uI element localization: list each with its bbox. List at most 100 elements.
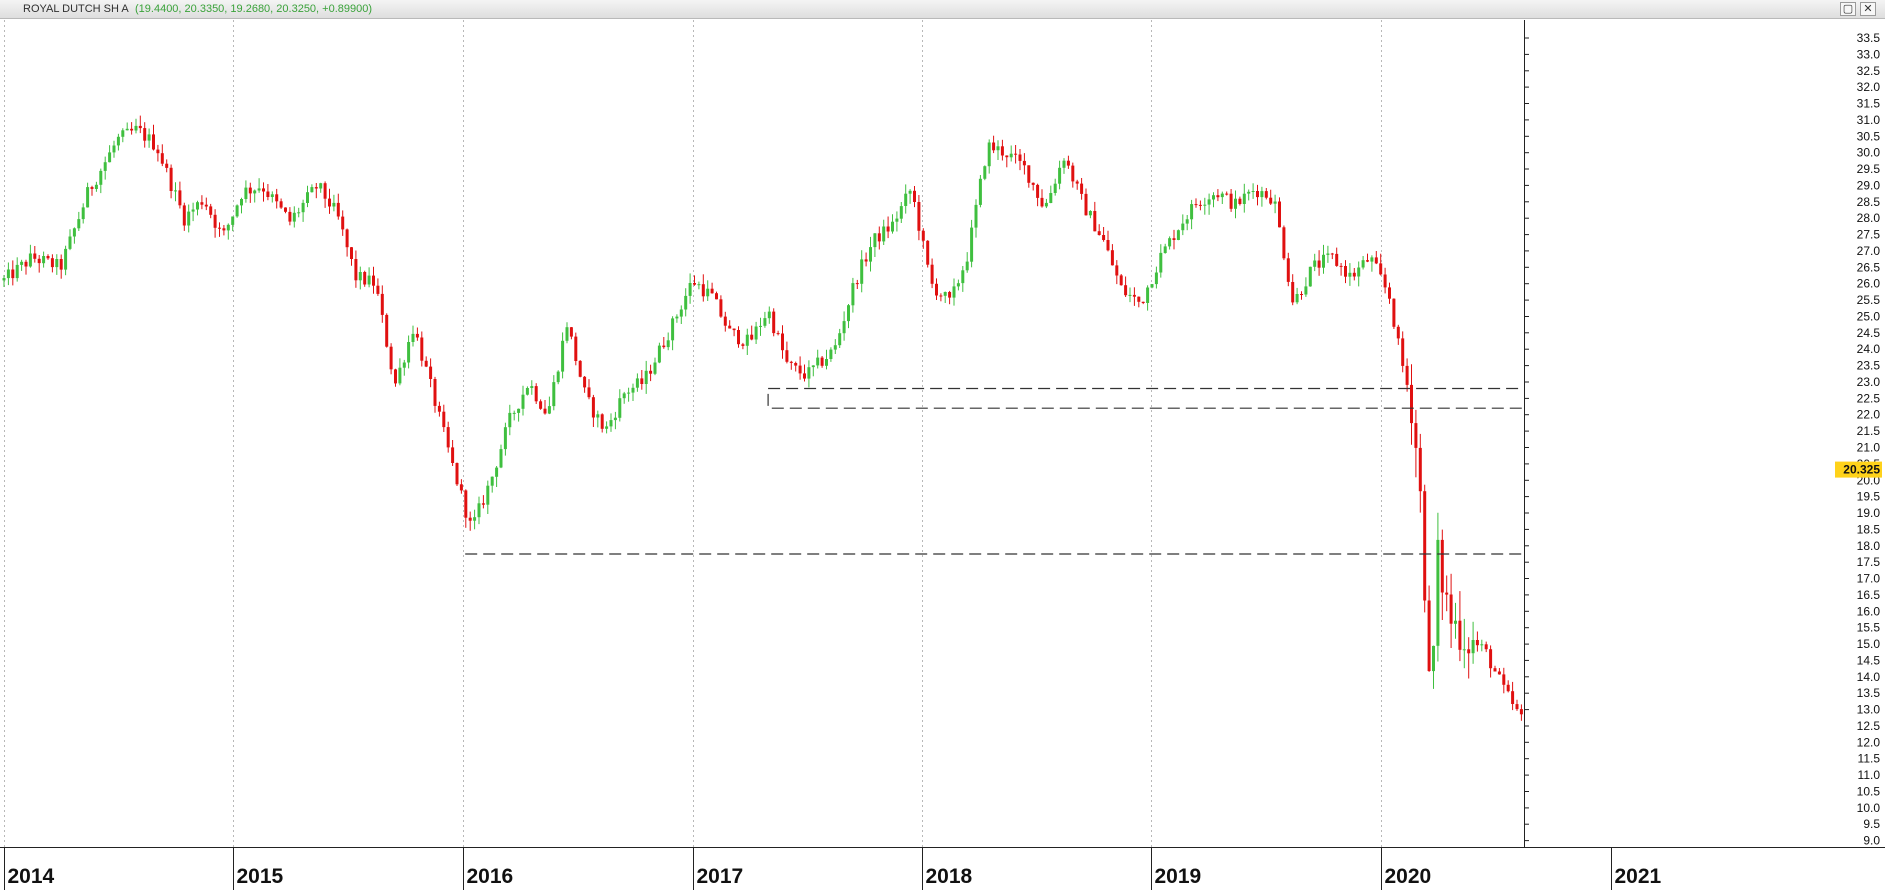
candle [723, 311, 727, 332]
candle [218, 222, 221, 237]
candle [1295, 287, 1299, 305]
candle [1344, 260, 1347, 284]
chart-window: ROYAL DUTCH SH A (19.4400, 20.3350, 19.2… [0, 0, 1885, 890]
candle [1418, 433, 1422, 513]
candle [1009, 145, 1013, 162]
y-tick-label: 9.0 [1863, 834, 1880, 848]
candle [231, 216, 235, 232]
candle [415, 327, 419, 341]
candle [833, 339, 837, 354]
candle [913, 186, 916, 208]
candle [591, 394, 595, 427]
candle [398, 358, 402, 386]
candle [288, 207, 292, 226]
y-tick-label: 14.5 [1857, 653, 1881, 667]
y-tick-label: 16.5 [1857, 588, 1881, 602]
y-tick-label: 23.0 [1857, 375, 1881, 389]
candle [385, 313, 389, 348]
candle [99, 168, 103, 194]
candle [1128, 287, 1132, 303]
candle [877, 226, 881, 250]
candle [684, 288, 688, 317]
candle [785, 341, 789, 364]
candle [578, 360, 582, 378]
candle [534, 383, 538, 404]
candle [433, 376, 437, 413]
candle [477, 496, 481, 525]
candle [851, 277, 855, 313]
candle [1454, 602, 1457, 639]
candle [429, 358, 433, 388]
y-tick-label: 27.0 [1857, 244, 1881, 258]
candle [28, 244, 32, 268]
y-tick-label: 33.5 [1857, 31, 1881, 45]
candle [1449, 573, 1453, 648]
candle [328, 188, 331, 214]
candle [446, 421, 450, 453]
candle [323, 181, 327, 208]
y-tick-label: 12.5 [1857, 719, 1881, 733]
candle [130, 122, 134, 135]
candle [1071, 162, 1075, 188]
candle [125, 122, 129, 131]
candle [1370, 255, 1374, 272]
candle [187, 204, 191, 233]
y-tick-label: 13.5 [1857, 686, 1881, 700]
candle [961, 266, 965, 292]
candle [1203, 197, 1207, 215]
candle [1251, 183, 1255, 199]
candle [152, 124, 155, 151]
candle [459, 479, 463, 494]
candle [1427, 585, 1431, 672]
candle [33, 246, 37, 263]
candle [46, 254, 50, 260]
price-chart[interactable]: 33.5 33.0 32.5 32.0 31.5 31.0 30.5 30.0 29.5 29.0… [0, 0, 1885, 890]
candle [1432, 645, 1435, 689]
candle [1383, 267, 1387, 294]
candle [1106, 230, 1110, 252]
candle [468, 511, 472, 531]
candle [952, 278, 956, 306]
candle [1493, 665, 1497, 672]
candle [240, 197, 243, 214]
candle [1313, 253, 1317, 272]
candle [1185, 215, 1189, 231]
candle [1036, 183, 1040, 207]
candle [2, 275, 6, 287]
y-tick-label: 26.5 [1857, 260, 1881, 274]
y-tick-label: 22.0 [1857, 408, 1881, 422]
candle [930, 258, 934, 289]
candle [24, 259, 28, 275]
candle [543, 400, 547, 415]
candle [1366, 253, 1369, 263]
candle [829, 347, 833, 362]
candle [754, 321, 758, 344]
candle [1260, 186, 1264, 207]
y-tick-label: 16.0 [1857, 604, 1881, 618]
candle [143, 122, 147, 148]
y-tick-label: 18.5 [1857, 522, 1881, 536]
y-tick-label: 11.0 [1858, 768, 1881, 782]
candle [376, 278, 380, 296]
candle [666, 332, 670, 351]
candle [1374, 251, 1378, 265]
candle [816, 349, 820, 369]
candle [1242, 183, 1246, 213]
candle [367, 267, 371, 288]
candle [1212, 192, 1215, 208]
candle [363, 270, 367, 287]
candle [1401, 331, 1405, 373]
candle [886, 216, 890, 239]
candle [983, 165, 987, 181]
candle [86, 182, 90, 208]
candle [825, 349, 828, 370]
y-tick-label: 28.5 [1857, 195, 1881, 209]
last-price-label: 20.325 [1843, 463, 1880, 477]
candle [1515, 699, 1519, 711]
candle [1256, 184, 1259, 206]
y-axis-panel [1524, 20, 1885, 847]
candle [1216, 189, 1220, 202]
candle [1181, 214, 1185, 236]
candle [292, 206, 296, 228]
candle [358, 266, 362, 290]
